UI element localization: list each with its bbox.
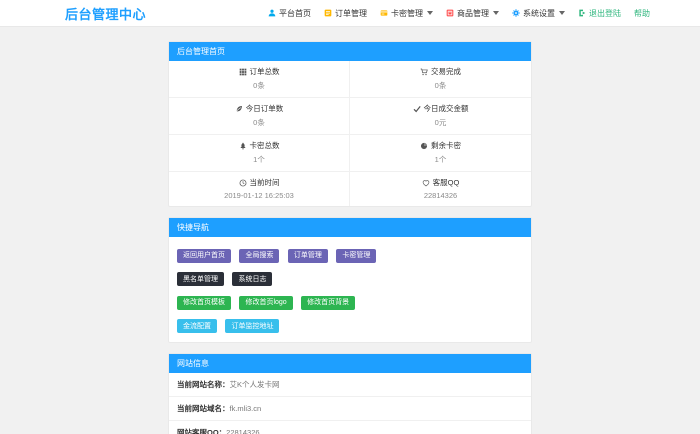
stat-value: 0条 — [169, 117, 349, 128]
nav-item-label: 帮助 — [634, 8, 650, 19]
order-manage-button[interactable]: 订单管理 — [288, 249, 328, 263]
stat-value: 0条 — [350, 80, 531, 91]
stat-value: 2019-01-12 16:25:03 — [169, 191, 349, 200]
payment-config-button[interactable]: 金流配置 — [177, 319, 217, 333]
stat-value: 1个 — [350, 154, 531, 165]
stat-label: 客服QQ — [433, 177, 460, 188]
nav-item-logout[interactable]: 退出登陆 — [578, 8, 621, 19]
gear-icon — [512, 9, 520, 17]
nav-item-orders[interactable]: 订单管理 — [324, 8, 367, 19]
stat-today-amount: 今日成交金额 0元 — [350, 98, 531, 135]
stat-value: 22814326 — [350, 191, 531, 200]
orders-icon — [324, 9, 332, 17]
quick-nav-row-purple: 返回用户首页 全局搜索 订单管理 卡密管理 — [177, 244, 523, 263]
nav-item-settings[interactable]: 系统设置 — [512, 8, 565, 19]
stat-service-qq: 客服QQ 22814326 — [350, 172, 531, 206]
site-qq-label: 网站客服QQ： — [177, 428, 226, 434]
quick-nav-body: 返回用户首页 全局搜索 订单管理 卡密管理 黑名单管理 系统日志 修改首页模板 … — [169, 237, 531, 342]
goods-icon — [446, 9, 454, 17]
main-content: 后台管理首页 订单总数 0条 交易完成 0条 今日订单数 0条 今日成交金额 0… — [168, 41, 532, 434]
chevron-down-icon — [427, 11, 433, 15]
quick-nav-card: 快捷导航 返回用户首页 全局搜索 订单管理 卡密管理 黑名单管理 系统日志 修改… — [168, 217, 532, 343]
stat-total-orders: 订单总数 0条 — [169, 61, 350, 98]
stat-label: 交易完成 — [431, 66, 461, 77]
system-log-button[interactable]: 系统日志 — [232, 272, 272, 286]
site-domain-label: 当前网站域名： — [177, 404, 230, 413]
quick-nav-row-dark: 黑名单管理 系统日志 — [177, 268, 523, 287]
stat-label: 剩余卡密 — [431, 140, 461, 151]
quick-nav-row-cyan: 金流配置 订单监控地址 — [177, 315, 523, 334]
check-icon — [413, 105, 421, 113]
nav-item-label: 退出登陆 — [589, 8, 621, 19]
nav-item-label: 订单管理 — [335, 8, 367, 19]
top-navbar: 后台管理中心 平台首页 订单管理 卡密管理 商品管理 — [0, 0, 700, 27]
site-info-title: 网站信息 — [169, 354, 531, 373]
cart-icon — [420, 68, 428, 76]
stat-value: 0条 — [169, 80, 349, 91]
nav-item-label: 平台首页 — [279, 8, 311, 19]
heart-icon — [422, 179, 430, 187]
edit-template-button[interactable]: 修改首页模板 — [177, 296, 231, 310]
nav-item-cards[interactable]: 卡密管理 — [380, 8, 433, 19]
dashboard-card: 后台管理首页 订单总数 0条 交易完成 0条 今日订单数 0条 今日成交金额 0… — [168, 41, 532, 207]
global-search-button[interactable]: 全局搜索 — [239, 249, 279, 263]
stat-label: 今日成交金额 — [424, 103, 469, 114]
clock-icon — [239, 179, 247, 187]
nav-item-help[interactable]: 帮助 — [634, 8, 650, 19]
site-domain-row: 当前网站域名：fk.mli3.cn — [169, 397, 531, 421]
edit-background-button[interactable]: 修改首页背景 — [301, 296, 355, 310]
site-qq-row: 网站客服QQ：22814326 — [169, 421, 531, 434]
stat-label: 订单总数 — [250, 66, 280, 77]
quick-nav-row-green: 修改首页模板 修改首页logo 修改首页背景 — [177, 291, 523, 310]
app-title[interactable]: 后台管理中心 — [65, 4, 146, 23]
nav-item-label: 系统设置 — [523, 8, 555, 19]
site-qq-value: 22814326 — [226, 428, 259, 434]
card-manage-button[interactable]: 卡密管理 — [336, 249, 376, 263]
stat-remaining-cards: 剩余卡密 1个 — [350, 135, 531, 172]
grid-icon — [239, 68, 247, 76]
nav-item-label: 卡密管理 — [391, 8, 423, 19]
stat-label: 卡密总数 — [250, 140, 280, 151]
card-icon — [380, 9, 388, 17]
nav-item-goods[interactable]: 商品管理 — [446, 8, 499, 19]
stat-value: 0元 — [350, 117, 531, 128]
user-home-button[interactable]: 返回用户首页 — [177, 249, 231, 263]
circle-icon — [420, 142, 428, 150]
site-name-value: 艾K个人发卡网 — [230, 380, 280, 389]
stat-total-cards: 卡密总数 1个 — [169, 135, 350, 172]
site-domain-value: fk.mli3.cn — [230, 404, 262, 413]
tree-icon — [239, 142, 247, 150]
quick-nav-title: 快捷导航 — [169, 218, 531, 237]
stat-value: 1个 — [169, 154, 349, 165]
nav-menu: 平台首页 订单管理 卡密管理 商品管理 系统设置 — [268, 8, 650, 19]
stat-label: 当前时间 — [250, 177, 280, 188]
site-info-card: 网站信息 当前网站名称：艾K个人发卡网 当前网站域名：fk.mli3.cn 网站… — [168, 353, 532, 434]
stat-label: 今日订单数 — [246, 103, 284, 114]
site-name-row: 当前网站名称：艾K个人发卡网 — [169, 373, 531, 397]
site-name-label: 当前网站名称： — [177, 380, 230, 389]
edit-logo-button[interactable]: 修改首页logo — [239, 296, 292, 310]
chevron-down-icon — [493, 11, 499, 15]
nav-item-label: 商品管理 — [457, 8, 489, 19]
dashboard-card-title: 后台管理首页 — [169, 42, 531, 61]
site-info-body: 当前网站名称：艾K个人发卡网 当前网站域名：fk.mli3.cn 网站客服QQ：… — [169, 373, 531, 434]
stat-completed-trades: 交易完成 0条 — [350, 61, 531, 98]
leaf-icon — [235, 105, 243, 113]
logout-icon — [578, 9, 586, 17]
chevron-down-icon — [559, 11, 565, 15]
order-monitor-button[interactable]: 订单监控地址 — [225, 319, 279, 333]
stat-today-orders: 今日订单数 0条 — [169, 98, 350, 135]
blacklist-button[interactable]: 黑名单管理 — [177, 272, 224, 286]
stat-current-time: 当前时间 2019-01-12 16:25:03 — [169, 172, 350, 206]
user-icon — [268, 9, 276, 17]
stats-grid: 订单总数 0条 交易完成 0条 今日订单数 0条 今日成交金额 0元 卡密总数 … — [169, 61, 531, 206]
nav-item-platform-home[interactable]: 平台首页 — [268, 8, 311, 19]
